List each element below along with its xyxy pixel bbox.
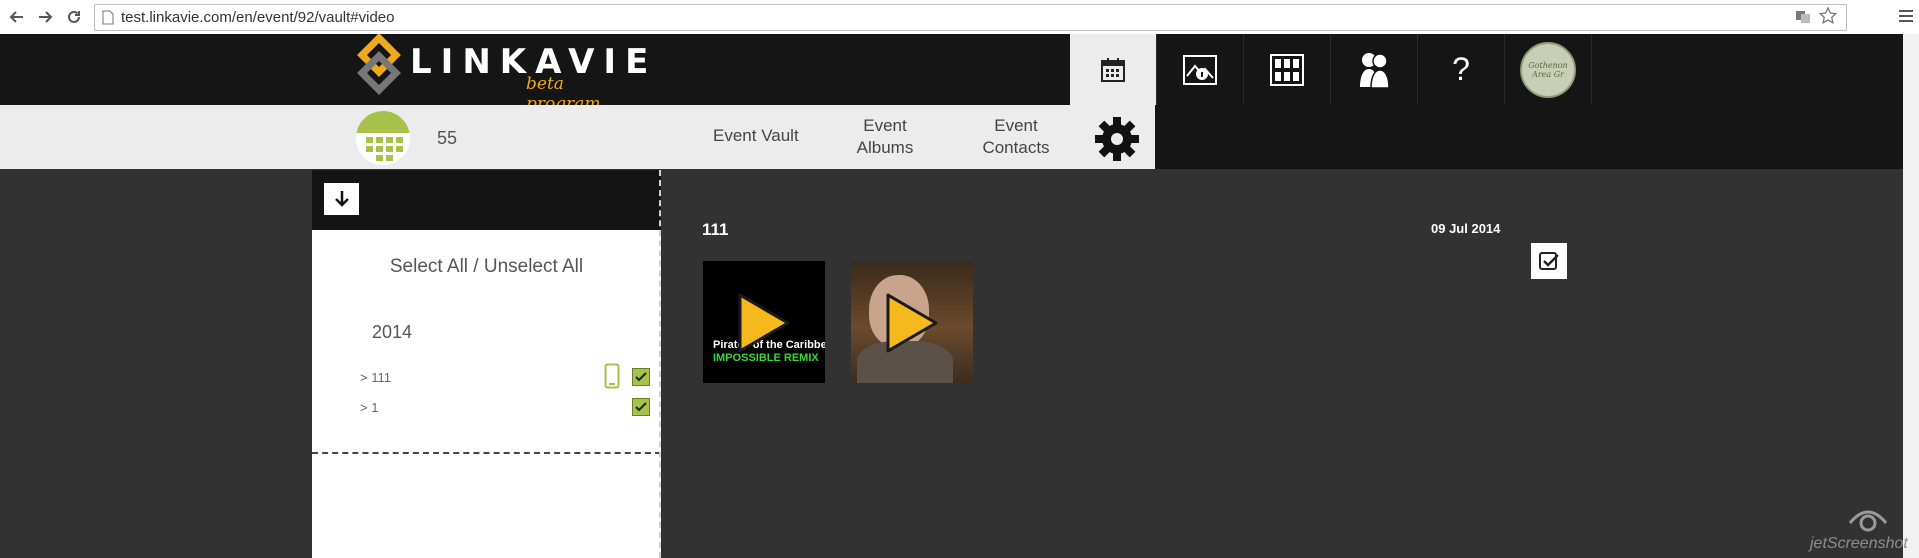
tab-event-vault[interactable]: Event Vault <box>713 126 799 146</box>
albums-grid-icon <box>1270 53 1304 86</box>
sidebar-item-1[interactable]: > 1 <box>360 400 378 415</box>
album-title: 111 <box>702 220 729 239</box>
image-lock-icon <box>1183 54 1217 85</box>
tab-event-contacts[interactable]: Event Contacts <box>978 115 1054 159</box>
avatar[interactable]: Gothenon Area Gr <box>1520 41 1576 98</box>
select-all-link[interactable]: Select All <box>390 256 468 277</box>
subnav-dark-bar <box>1155 105 1903 169</box>
calendar-icon <box>1101 57 1125 82</box>
download-arrow-icon <box>334 191 349 207</box>
tab-event-albums-line2: Albums <box>856 138 914 157</box>
avatar-text: Gothenon Area Gr <box>1528 60 1568 79</box>
forward-button[interactable] <box>32 4 58 30</box>
video-thumbnail-1[interactable]: Pirates of the Caribbean IMPOSSIBLE REMI… <box>703 261 825 383</box>
event-calendar-icon <box>356 111 410 161</box>
translate-icon <box>1796 11 1810 23</box>
nav-albums[interactable] <box>1244 34 1331 105</box>
reload-button[interactable] <box>61 4 87 30</box>
album-date: 09 Jul 2014 <box>1431 221 1501 236</box>
checkbox-check-icon <box>1539 252 1559 270</box>
checkbox-1[interactable] <box>632 398 650 416</box>
hamburger-icon <box>1899 10 1913 22</box>
download-button[interactable] <box>324 183 359 215</box>
select-album-checkbox[interactable] <box>1531 243 1567 279</box>
event-settings-button[interactable] <box>1093 115 1141 168</box>
people-icon <box>1360 52 1390 89</box>
sidebar-item-111[interactable]: > 111 <box>360 370 391 385</box>
tab-event-albums[interactable]: Event Albums <box>852 115 918 159</box>
play-icon <box>738 293 790 353</box>
back-arrow-icon <box>9 11 23 23</box>
checkmark-icon <box>635 372 647 382</box>
mobile-icon <box>604 363 620 394</box>
back-button[interactable] <box>4 4 30 30</box>
tab-event-albums-line1: Event <box>863 116 907 135</box>
reload-icon <box>68 10 80 23</box>
play-icon <box>886 293 938 353</box>
panel-vertical-divider <box>659 170 661 558</box>
select-controls: Select All / Unselect All <box>312 256 661 278</box>
url-text: test.linkavie.com/en/event/92/vault#vide… <box>121 9 395 26</box>
forward-arrow-icon <box>39 11 53 23</box>
star-icon <box>1819 7 1837 24</box>
nav-vault[interactable] <box>1157 34 1244 105</box>
event-count: 55 <box>437 128 458 148</box>
browser-toolbar: test.linkavie.com/en/event/92/vault#vide… <box>0 0 1919 35</box>
page-icon <box>102 10 114 25</box>
event-calendar-badge[interactable] <box>356 111 410 165</box>
tab-event-contacts-line2: Contacts <box>982 138 1050 157</box>
eye-logo-icon <box>1848 510 1888 532</box>
watermark-text: jetScreenshot <box>1810 535 1908 552</box>
site-header <box>0 34 1903 105</box>
checkmark-icon <box>635 402 647 412</box>
nav-contacts[interactable] <box>1331 34 1418 105</box>
nav-calendar[interactable] <box>1070 34 1157 105</box>
checkbox-111[interactable] <box>632 368 650 386</box>
sidebar-toolbar <box>312 170 661 230</box>
page-scrollbar[interactable] <box>1903 34 1919 558</box>
address-bar[interactable]: test.linkavie.com/en/event/92/vault#vide… <box>94 4 1847 31</box>
nav-help[interactable]: ? <box>1418 34 1505 105</box>
tab-event-contacts-line1: Event <box>994 116 1038 135</box>
nav-profile[interactable]: Gothenon Area Gr <box>1505 34 1592 105</box>
linkavie-logo[interactable]: LINKAVIE beta program <box>356 33 648 114</box>
menu-button[interactable] <box>1899 8 1913 29</box>
video-thumbnail-2[interactable] <box>851 261 973 383</box>
select-separator: / <box>473 256 479 277</box>
panel-divider <box>312 452 661 454</box>
gear-icon <box>1095 117 1139 161</box>
sidebar-panel <box>312 230 661 558</box>
smartphone-icon <box>604 363 620 389</box>
unselect-all-link[interactable]: Unselect All <box>484 256 583 277</box>
year-heading: 2014 <box>372 322 413 342</box>
